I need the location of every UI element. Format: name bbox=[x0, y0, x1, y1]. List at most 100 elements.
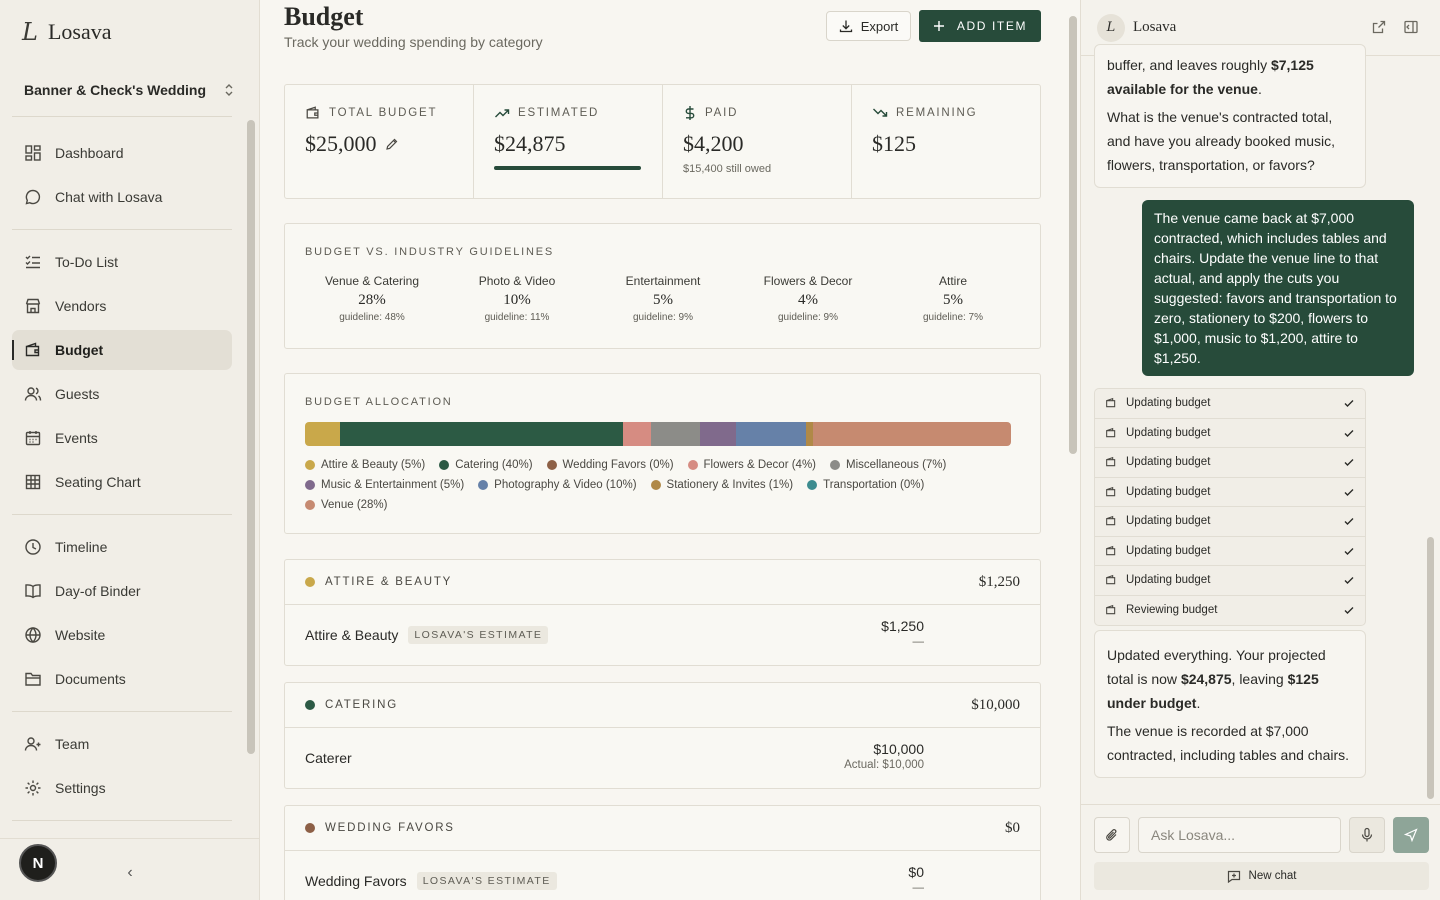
sidebar-divider bbox=[12, 820, 232, 821]
guideline-name: Entertainment bbox=[625, 274, 701, 288]
sidebar-item-seating-chart[interactable]: Seating Chart bbox=[12, 462, 232, 502]
sidebar-divider bbox=[12, 229, 232, 230]
allocation-segment[interactable] bbox=[305, 422, 341, 446]
category-header[interactable]: ATTIRE & BEAUTY $1,250 bbox=[285, 560, 1040, 605]
allocation-bar bbox=[305, 422, 1011, 446]
guideline-name: Photo & Video bbox=[478, 274, 556, 288]
sidebar-item-guests[interactable]: Guests bbox=[12, 374, 232, 414]
category-header[interactable]: CATERING $10,000 bbox=[285, 683, 1040, 728]
tool-call-item[interactable]: Reviewing budget bbox=[1095, 596, 1365, 626]
sidebar-item-day-of-binder[interactable]: Day-of Binder bbox=[12, 571, 232, 611]
trend-down-icon bbox=[873, 108, 888, 117]
tool-call-label: Updating budget bbox=[1126, 485, 1211, 498]
legend-label: Stationery & Invites (1%) bbox=[666, 479, 794, 491]
add-item-label: ADD ITEM bbox=[956, 19, 1028, 33]
tool-call-item[interactable]: Updating budget bbox=[1095, 389, 1365, 419]
tool-call-item[interactable]: Updating budget bbox=[1095, 537, 1365, 566]
sidebar-item-dashboard[interactable]: Dashboard bbox=[12, 133, 232, 173]
sidebar-divider bbox=[12, 514, 232, 515]
tool-call-item[interactable]: Updating budget bbox=[1095, 448, 1365, 478]
tool-call-label: Updating budget bbox=[1126, 515, 1211, 528]
guideline-value: 28% bbox=[358, 292, 386, 308]
allocation-segment[interactable] bbox=[700, 422, 736, 446]
category-dot bbox=[305, 823, 315, 833]
sidebar-item-timeline[interactable]: Timeline bbox=[12, 527, 232, 567]
wallet-icon bbox=[1106, 398, 1116, 408]
budget-line-item[interactable]: Wedding Favors LOSAVA'S ESTIMATE $0 — bbox=[285, 851, 1040, 900]
tool-call-item[interactable]: Updating budget bbox=[1095, 507, 1365, 537]
allocation-card: BUDGET ALLOCATION Attire & Beauty (5%) C… bbox=[284, 373, 1041, 534]
category-name: CATERING bbox=[325, 699, 398, 711]
allocation-segment[interactable] bbox=[650, 422, 701, 446]
panel-toggle-icon[interactable] bbox=[1403, 19, 1419, 35]
open-external-icon[interactable] bbox=[1371, 19, 1387, 35]
legend-label: Wedding Favors (0%) bbox=[562, 459, 674, 471]
legend-dot bbox=[439, 460, 450, 470]
export-button[interactable]: Export bbox=[826, 11, 911, 41]
send-button[interactable] bbox=[1393, 817, 1429, 853]
pencil-icon[interactable] bbox=[385, 137, 399, 151]
wallet-icon bbox=[1106, 516, 1116, 526]
estimated-progress-bar bbox=[494, 166, 641, 170]
sidebar-item-budget[interactable]: Budget bbox=[12, 330, 232, 370]
category-total: $0 bbox=[1005, 819, 1020, 836]
budget-line-item[interactable]: Attire & Beauty LOSAVA'S ESTIMATE $1,250 — bbox=[285, 605, 1040, 665]
wedding-selector[interactable]: Banner & Check's Wedding bbox=[12, 68, 248, 112]
sidebar-item-events[interactable]: Events bbox=[12, 418, 232, 458]
new-chat-icon bbox=[1227, 870, 1240, 883]
legend-label: Transportation (0%) bbox=[823, 479, 925, 491]
dollar-icon bbox=[685, 106, 695, 120]
sidebar-item-label: Team bbox=[55, 736, 90, 752]
allocation-segment[interactable] bbox=[813, 422, 1011, 446]
sidebar-item-label: Vendors bbox=[55, 298, 107, 314]
check-icon bbox=[1344, 547, 1354, 555]
sidebar-item-team[interactable]: Team bbox=[12, 724, 232, 764]
users-icon bbox=[24, 387, 42, 401]
list-check-icon bbox=[25, 255, 40, 269]
sidebar-item-chat[interactable]: Chat with Losava bbox=[12, 177, 232, 217]
voice-input-button[interactable] bbox=[1349, 817, 1385, 853]
guideline-item: Entertainment 5% guideline: 9% bbox=[593, 274, 733, 323]
guideline-value: 5% bbox=[943, 292, 963, 308]
category-total: $10,000 bbox=[971, 696, 1020, 713]
sidebar-item-label: Guests bbox=[55, 386, 100, 402]
chat-input[interactable] bbox=[1138, 817, 1341, 853]
allocation-segment[interactable] bbox=[806, 422, 814, 446]
legend-item: Music & Entertainment (5%) bbox=[305, 479, 464, 491]
sidebar-item-documents[interactable]: Documents bbox=[12, 659, 232, 699]
allocation-segment[interactable] bbox=[735, 422, 807, 446]
legend-label: Miscellaneous (7%) bbox=[846, 459, 947, 471]
allocation-segment[interactable] bbox=[340, 422, 623, 446]
message-text: , leaving bbox=[1231, 671, 1288, 687]
budget-line-item[interactable]: Caterer $10,000 Actual: $10,000 bbox=[285, 728, 1040, 788]
sidebar-scrollbar[interactable] bbox=[247, 120, 255, 754]
tool-call-item[interactable]: Updating budget bbox=[1095, 566, 1365, 596]
tool-call-item[interactable]: Updating budget bbox=[1095, 419, 1365, 448]
tool-call-label: Updating budget bbox=[1126, 456, 1211, 469]
new-chat-button[interactable]: New chat bbox=[1094, 862, 1429, 890]
stat-note: $15,400 still owed bbox=[683, 163, 772, 175]
attach-button[interactable] bbox=[1094, 817, 1130, 853]
allocation-legend-row: Attire & Beauty (5%) Catering (40%) Wedd… bbox=[305, 459, 946, 471]
tool-call-item[interactable]: Updating budget bbox=[1095, 478, 1365, 507]
chat-scrollbar[interactable] bbox=[1427, 537, 1434, 799]
sidebar-item-website[interactable]: Website bbox=[12, 615, 232, 655]
app-logo[interactable]: L Losava bbox=[22, 18, 111, 46]
sidebar-item-settings[interactable]: Settings bbox=[12, 768, 232, 808]
settings-icon bbox=[25, 780, 41, 796]
avatar[interactable]: N bbox=[19, 844, 57, 882]
collapse-sidebar-icon[interactable]: ‹ bbox=[121, 864, 139, 882]
add-item-button[interactable]: ADD ITEM bbox=[919, 10, 1041, 42]
legend-dot bbox=[687, 460, 698, 470]
sidebar-item-todo[interactable]: To-Do List bbox=[12, 242, 232, 282]
main-scrollbar[interactable] bbox=[1069, 16, 1077, 454]
stat-total-budget: TOTAL BUDGET $25,000 bbox=[285, 85, 474, 198]
allocation-segment[interactable] bbox=[622, 422, 651, 446]
stat-value: $24,875 bbox=[494, 131, 566, 156]
tool-calls: Updating budget Updating budget Updating… bbox=[1094, 388, 1366, 626]
check-icon bbox=[1344, 488, 1354, 496]
category-header[interactable]: WEDDING FAVORS $0 bbox=[285, 806, 1040, 851]
category-dot bbox=[305, 700, 315, 710]
line-item-name: Caterer bbox=[305, 750, 352, 766]
sidebar-item-vendors[interactable]: Vendors bbox=[12, 286, 232, 326]
